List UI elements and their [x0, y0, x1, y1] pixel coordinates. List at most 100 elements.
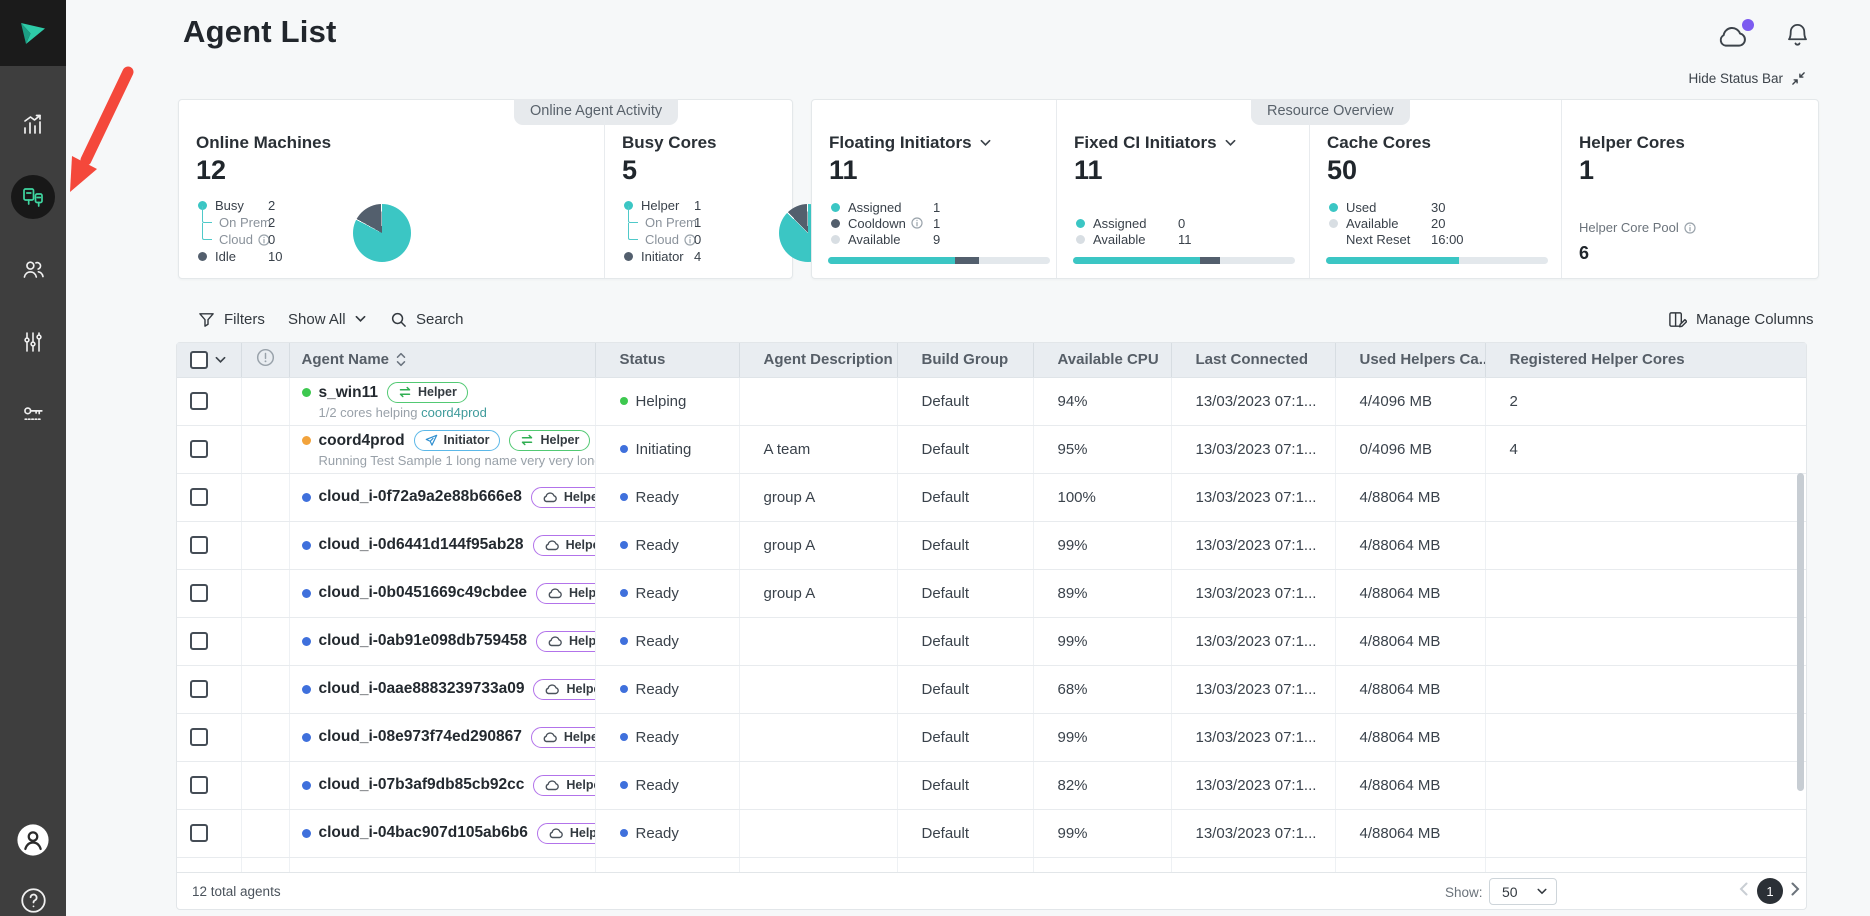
sidebar-item-settings[interactable]	[11, 320, 55, 364]
alert-circle-icon	[256, 348, 275, 367]
agent-state-dot	[302, 685, 311, 694]
cell-used-helpers: 4/88064 MB	[1335, 617, 1485, 665]
sidebar-item-dashboard[interactable]	[11, 102, 55, 146]
sidebar-item-help[interactable]	[11, 878, 55, 916]
row-checkbox[interactable]	[190, 776, 208, 794]
sort-icon	[396, 352, 406, 367]
search-input[interactable]: Search	[390, 304, 464, 334]
agent-name: cloud_i-07b3af9db85cb92cc	[319, 776, 525, 794]
status-dot	[620, 829, 628, 837]
notifications-button[interactable]	[1784, 20, 1811, 55]
row-checkbox[interactable]	[190, 728, 208, 746]
page-size-select[interactable]: 50	[1489, 878, 1557, 905]
table-scrollbar[interactable]	[1797, 473, 1804, 791]
cell-available-cpu: 68%	[1033, 665, 1171, 713]
legend-value: 9	[933, 232, 940, 247]
legend-row: On Prem2	[198, 214, 368, 231]
legend-row: On Prem1	[624, 214, 794, 231]
legend-value: 4	[694, 249, 701, 264]
column-label: Used Helpers Ca...	[1360, 351, 1486, 368]
header-registered[interactable]: Registered Helper Cores	[1485, 343, 1806, 377]
header-status[interactable]: Status	[595, 343, 739, 377]
online-agent-activity-card: Online Agent Activity Online Machines12B…	[178, 99, 793, 279]
sidebar-item-license[interactable]	[11, 392, 55, 436]
legend-dot	[1076, 235, 1085, 244]
select-all-checkbox[interactable]	[190, 351, 208, 369]
sidebar-item-account[interactable]	[11, 818, 55, 862]
previous-page-button[interactable]	[1739, 882, 1748, 896]
legend-value: 1	[694, 198, 701, 213]
agent-link[interactable]: coord4prod	[421, 405, 487, 420]
cell-used-helpers: 4/88064 MB	[1335, 569, 1485, 617]
header-used-helpers[interactable]: Used Helpers Ca...	[1335, 343, 1485, 377]
header-description[interactable]: Agent Description	[739, 343, 897, 377]
pool-value: 6	[1579, 243, 1696, 264]
header-build-group[interactable]: Build Group	[897, 343, 1033, 377]
cell-build-group: Default	[897, 521, 1033, 569]
column-label: Last Connected	[1196, 351, 1309, 368]
info-icon	[911, 217, 923, 229]
agent-state-dot	[302, 637, 311, 646]
agent-name: cloud_i-0b0451669c49cbdee	[319, 584, 528, 602]
cell-status: Helping	[595, 377, 739, 425]
show-all-dropdown[interactable]: Show All	[288, 304, 366, 334]
row-checkbox[interactable]	[190, 440, 208, 458]
legend-row: Available20	[1329, 215, 1519, 231]
header-cpu[interactable]: Available CPU	[1033, 343, 1171, 377]
chevron-down-icon	[1225, 139, 1236, 147]
legend-row: Idle10	[198, 248, 368, 265]
sidebar-item-users[interactable]	[11, 247, 55, 291]
cell-agent-name: cloud_i-0d6441d144f95ab28Helper	[289, 521, 595, 569]
legend-row: Cloud0	[198, 231, 368, 248]
stat-label[interactable]: Fixed CI Initiators	[1074, 133, 1236, 153]
cell-registered-cores	[1485, 521, 1806, 569]
stat-cache-cores: Cache Cores50Used30Available20Next Reset…	[1309, 100, 1561, 278]
cell-last-connected: 13/03/2023 07:1...	[1171, 569, 1335, 617]
filters-button[interactable]: Filters	[198, 304, 265, 334]
legend-value: 11	[1178, 232, 1192, 247]
cell-used-helpers: 0/4096 MB	[1335, 425, 1485, 473]
swap-icon	[520, 434, 534, 446]
cell-alert	[241, 617, 289, 665]
floating-initiators-usage-bar	[828, 257, 1050, 264]
hide-status-bar-button[interactable]: Hide Status Bar	[1650, 71, 1806, 86]
key-icon	[21, 402, 46, 427]
helper-cloud-badge: Helper	[536, 583, 595, 604]
header-last-connected[interactable]: Last Connected	[1171, 343, 1335, 377]
cell-available-cpu: 89%	[1033, 569, 1171, 617]
row-checkbox[interactable]	[190, 584, 208, 602]
cache-cores-usage-bar	[1326, 257, 1548, 264]
table-row: cloud_i-07b3af9db85cb92ccHelperReadyDefa…	[177, 761, 1806, 809]
cloud-status-button[interactable]	[1716, 23, 1750, 55]
header-agent-name[interactable]: Agent Name	[289, 343, 595, 377]
cell-available-cpu: 99%	[1033, 617, 1171, 665]
legend-value: 20	[1431, 216, 1445, 231]
stat-legend: Assigned0Available11	[1076, 199, 1266, 247]
cell-available-cpu: 82%	[1033, 761, 1171, 809]
manage-columns-button[interactable]: Manage Columns	[1668, 304, 1814, 334]
agent-name: cloud_i-0ab91e098db759458	[319, 632, 528, 650]
row-checkbox[interactable]	[190, 632, 208, 650]
stat-label[interactable]: Floating Initiators	[829, 133, 991, 153]
row-checkbox[interactable]	[190, 824, 208, 842]
row-checkbox[interactable]	[190, 680, 208, 698]
stat-value: 11	[1074, 155, 1103, 186]
legend-label: Assigned	[1093, 216, 1146, 231]
cell-status: Ready	[595, 521, 739, 569]
column-label: Available CPU	[1058, 351, 1159, 368]
sidebar-item-agents[interactable]	[11, 175, 55, 219]
app-logo[interactable]	[0, 0, 66, 66]
status-label: Ready	[636, 729, 679, 746]
next-page-button[interactable]	[1791, 882, 1800, 896]
cell-build-group: Default	[897, 713, 1033, 761]
legend-value: 1	[694, 215, 701, 230]
page-number-button[interactable]: 1	[1757, 878, 1783, 904]
stat-value: 5	[622, 155, 637, 186]
row-checkbox[interactable]	[190, 488, 208, 506]
row-checkbox[interactable]	[190, 536, 208, 554]
cell-last-connected: 13/03/2023 07:1...	[1171, 473, 1335, 521]
status-dot	[620, 493, 628, 501]
header-select	[177, 343, 241, 377]
row-checkbox[interactable]	[190, 392, 208, 410]
agent-name: coord4prod	[319, 432, 405, 450]
